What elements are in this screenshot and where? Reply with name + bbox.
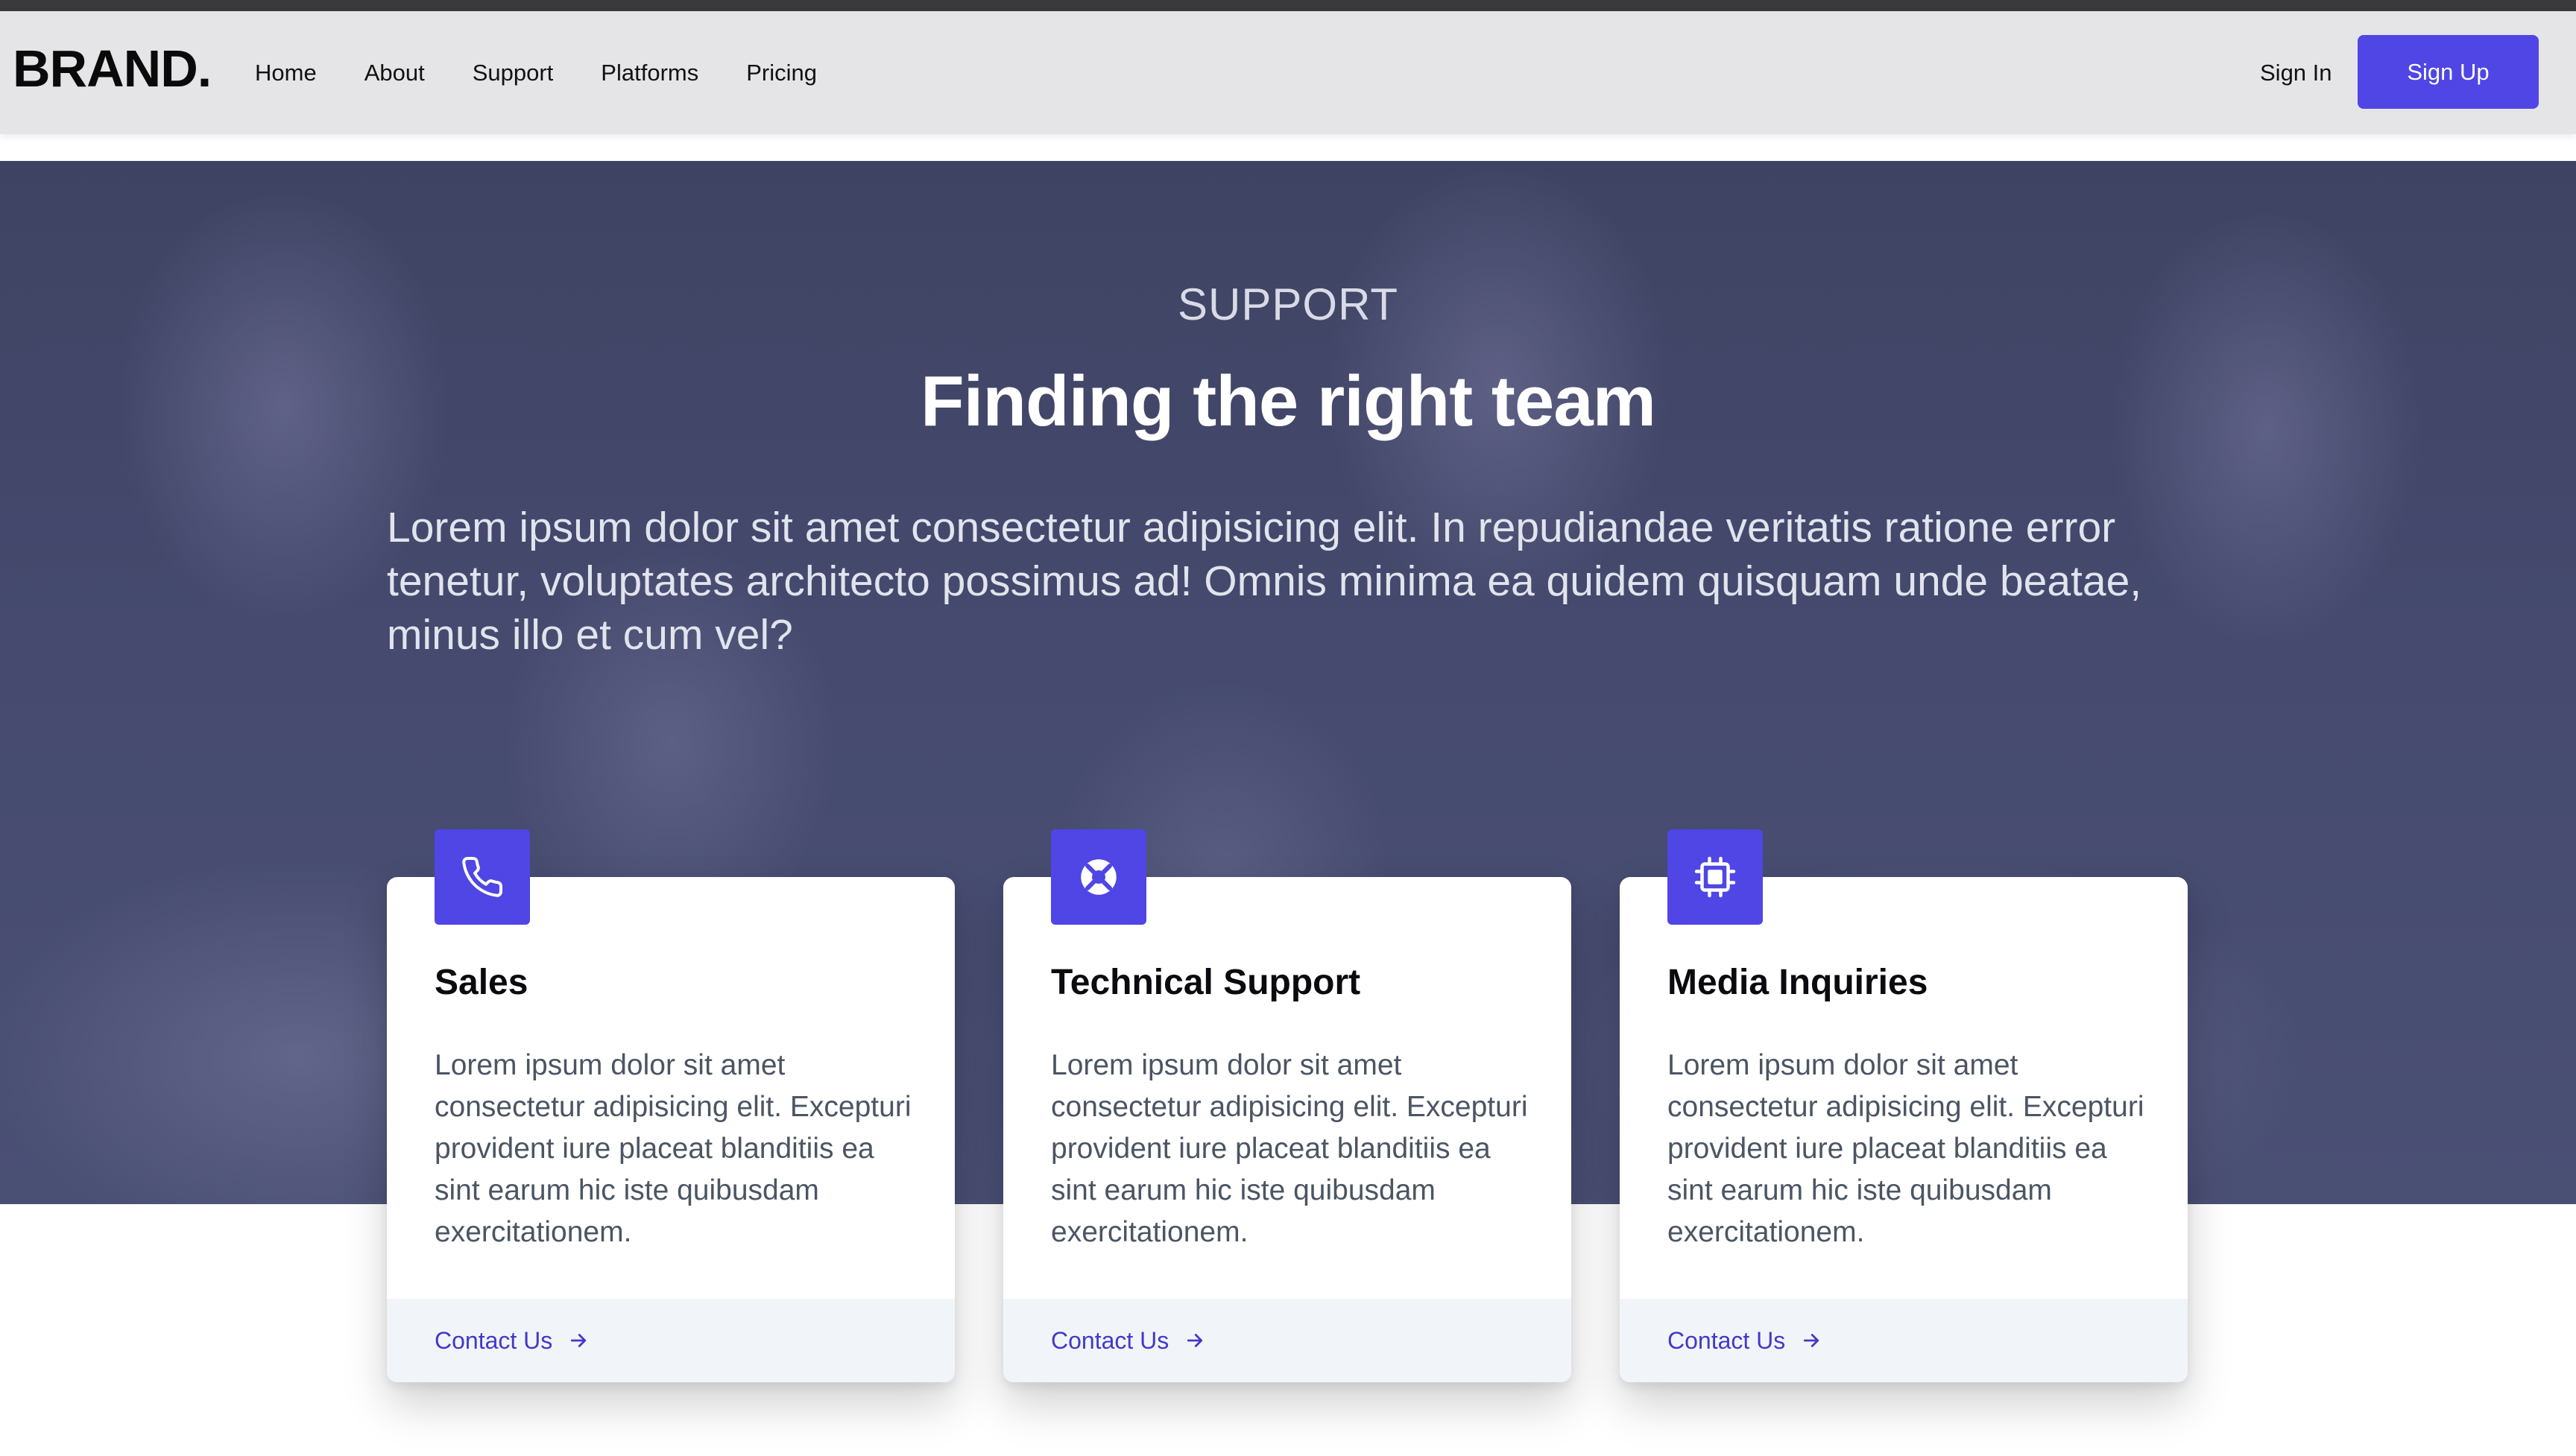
nav-link-about[interactable]: About	[364, 60, 425, 86]
card-description: Lorem ipsum dolor sit amet consectetur a…	[1667, 1049, 2144, 1248]
nav-link-home[interactable]: Home	[255, 60, 317, 86]
nav-link-platforms[interactable]: Platforms	[601, 60, 698, 86]
contact-us-link[interactable]: Contact Us	[435, 1299, 590, 1382]
contact-us-label: Contact Us	[1667, 1326, 1786, 1354]
hero-title: Finding the right team	[921, 361, 1656, 441]
nav-link-support[interactable]: Support	[473, 60, 554, 86]
sign-in-link[interactable]: Sign In	[2260, 11, 2332, 134]
nav-link-pricing[interactable]: Pricing	[746, 60, 817, 86]
support-card-media: Media Inquiries Lorem ipsum dolor sit am…	[1620, 829, 2188, 1382]
main-nav: Home About Support Platforms Pricing	[255, 11, 817, 134]
navbar: BRAND. Home About Support Platforms Pric…	[0, 11, 2576, 134]
arrow-right-icon	[1187, 1334, 1203, 1347]
card-title: Sales	[435, 963, 528, 1002]
brand-logo[interactable]: BRAND.	[13, 42, 212, 95]
contact-us-label: Contact Us	[435, 1326, 553, 1354]
card-footer: Contact Us	[387, 1299, 955, 1382]
contact-us-link[interactable]: Contact Us	[1051, 1299, 1206, 1382]
support-card-technical: Technical Support Lorem ipsum dolor sit …	[1003, 829, 1571, 1382]
card-description: Lorem ipsum dolor sit amet consectetur a…	[435, 1049, 912, 1248]
window-top-strip	[0, 0, 2576, 11]
sign-up-button[interactable]: Sign Up	[2358, 35, 2539, 109]
support-card-sales: Sales Lorem ipsum dolor sit amet consect…	[387, 829, 955, 1382]
card-footer: Contact Us	[1003, 1299, 1571, 1382]
hero-eyebrow: SUPPORT	[1178, 279, 1398, 329]
hero-description: Lorem ipsum dolor sit amet consectetur a…	[387, 504, 2142, 659]
arrow-right-icon	[571, 1334, 587, 1347]
contact-us-link[interactable]: Contact Us	[1667, 1299, 1822, 1382]
card-footer: Contact Us	[1620, 1299, 2188, 1382]
card-description: Lorem ipsum dolor sit amet consectetur a…	[1051, 1049, 1528, 1248]
contact-us-label: Contact Us	[1051, 1326, 1169, 1354]
card-title: Media Inquiries	[1667, 963, 1928, 1002]
phone-icon	[435, 829, 530, 925]
card-title: Technical Support	[1051, 963, 1361, 1002]
arrow-right-icon	[1804, 1334, 1819, 1347]
lifebuoy-icon	[1051, 829, 1146, 925]
chip-icon	[1667, 829, 1763, 925]
